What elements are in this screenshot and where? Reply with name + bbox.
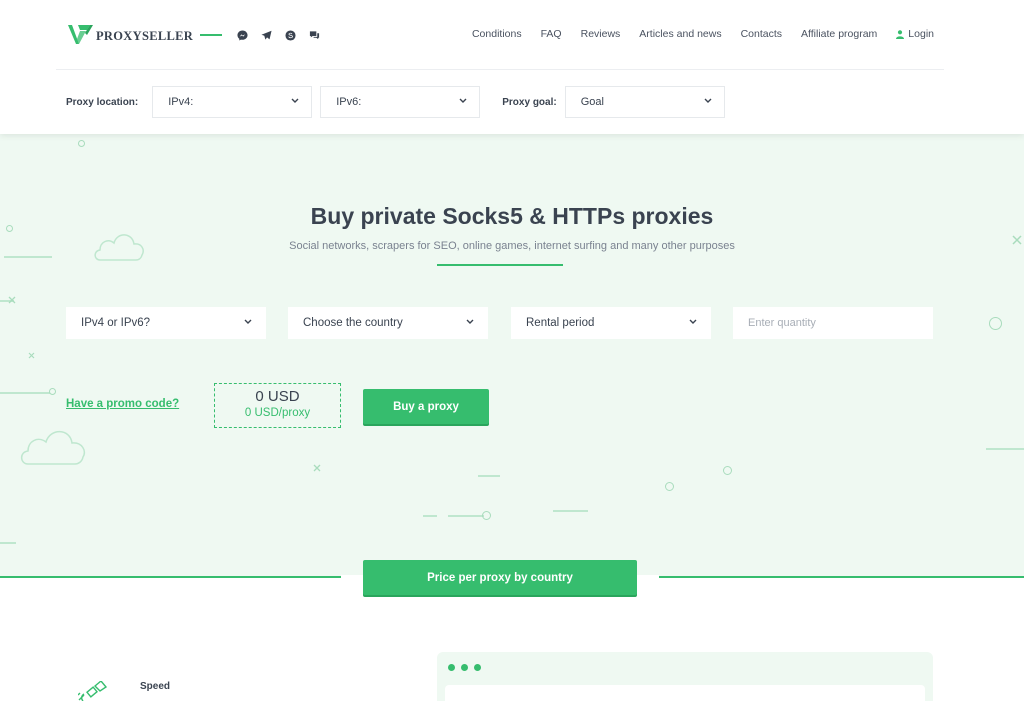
window-dot xyxy=(474,664,481,671)
user-icon xyxy=(896,29,905,39)
window-dots xyxy=(448,664,481,671)
proxy-goal-select[interactable]: Goal xyxy=(564,86,725,118)
rental-period-value: Rental period xyxy=(526,317,595,329)
decor-line xyxy=(448,515,484,517)
rental-period-select[interactable]: Rental period xyxy=(511,307,711,339)
cross-icon xyxy=(8,296,16,304)
decor-line xyxy=(0,542,16,544)
promo-code-link[interactable]: Have a promo code? xyxy=(66,398,179,410)
nav-contacts[interactable]: Contacts xyxy=(741,28,782,40)
hero-title: Buy private Socks5 & HTTPs proxies xyxy=(310,203,714,229)
decor-circle xyxy=(49,388,56,395)
quantity-input[interactable] xyxy=(733,307,933,339)
ip-version-value: IPv4 or IPv6? xyxy=(81,317,151,329)
decor-circle xyxy=(665,482,674,491)
window-dot xyxy=(448,664,455,671)
buy-proxy-button[interactable]: Buy a proxy xyxy=(363,389,489,424)
main-nav: Conditions FAQ Reviews Articles and news… xyxy=(472,28,934,40)
header-accent-line xyxy=(200,34,222,36)
decor-circle xyxy=(989,317,1002,330)
nav-articles[interactable]: Articles and news xyxy=(639,28,721,40)
window-dot xyxy=(461,664,468,671)
chevron-down-icon xyxy=(291,98,299,106)
price-summary: 0 USD 0 USD/proxy xyxy=(214,383,341,428)
brand-name: PROXYSELLER xyxy=(96,28,194,43)
proxy-goal-label: Proxy goal: xyxy=(502,96,557,108)
decor-line xyxy=(478,475,500,477)
ipv6-location-select[interactable]: IPv6: xyxy=(320,86,481,118)
country-value: Choose the country xyxy=(303,317,403,329)
skype-icon[interactable] xyxy=(284,29,296,41)
window-content xyxy=(445,685,925,701)
speed-feature-title: Speed xyxy=(140,681,171,692)
decor-circle xyxy=(78,140,85,147)
cross-icon xyxy=(28,352,35,359)
decor-circle xyxy=(482,511,491,520)
social-links xyxy=(236,29,320,41)
logo[interactable]: PROXYSELLER xyxy=(66,22,193,48)
nav-reviews[interactable]: Reviews xyxy=(581,28,621,40)
hero-subtitle: Social networks, scrapers for SEO, onlin… xyxy=(289,240,735,252)
goal-select-value: Goal xyxy=(580,96,604,108)
chevron-down-icon xyxy=(704,98,712,106)
decor-line xyxy=(4,256,52,258)
chevron-down-icon xyxy=(466,319,474,327)
proxy-filters: Proxy location: IPv4: IPv6: Proxy goal: … xyxy=(66,86,725,118)
decor-line xyxy=(0,392,50,394)
proxyseller-logo-icon xyxy=(68,25,93,44)
price-per-proxy: 0 USD/proxy xyxy=(244,407,311,419)
telegram-icon[interactable] xyxy=(260,29,272,41)
country-select[interactable]: Choose the country xyxy=(288,307,488,339)
cloud-icon xyxy=(20,430,86,465)
header-divider xyxy=(56,69,944,70)
proxy-location-label: Proxy location: xyxy=(66,96,139,108)
login-label: Login xyxy=(908,28,934,40)
hero-section: Buy private Socks5 & HTTPs proxies Socia… xyxy=(0,134,1024,578)
decor-circle xyxy=(723,466,732,475)
title-underline xyxy=(437,264,563,266)
ip-version-select[interactable]: IPv4 or IPv6? xyxy=(66,307,266,339)
demo-window xyxy=(437,652,933,701)
ipv4-location-select[interactable]: IPv4: xyxy=(152,86,313,118)
chevron-down-icon xyxy=(689,319,697,327)
site-header: PROXYSELLER Conditions FAQ Reviews Artic… xyxy=(0,0,1024,134)
nav-faq[interactable]: FAQ xyxy=(541,28,562,40)
decor-line xyxy=(423,515,437,517)
chevron-down-icon xyxy=(459,98,467,106)
ipv6-select-value: IPv6: xyxy=(336,96,362,108)
chat-icon[interactable] xyxy=(308,29,320,41)
price-total: 0 USD xyxy=(255,388,300,405)
cross-icon xyxy=(313,464,321,472)
chevron-down-icon xyxy=(244,319,252,327)
login-link[interactable]: Login xyxy=(896,28,934,40)
decor-line xyxy=(553,510,588,512)
decor-line xyxy=(986,448,1024,450)
satellite-icon xyxy=(78,681,108,701)
nav-conditions[interactable]: Conditions xyxy=(472,28,522,40)
ipv4-select-value: IPv4: xyxy=(168,96,194,108)
price-by-country-button[interactable]: Price per proxy by country xyxy=(363,560,637,595)
messenger-icon[interactable] xyxy=(236,29,248,41)
nav-affiliate[interactable]: Affiliate program xyxy=(801,28,877,40)
